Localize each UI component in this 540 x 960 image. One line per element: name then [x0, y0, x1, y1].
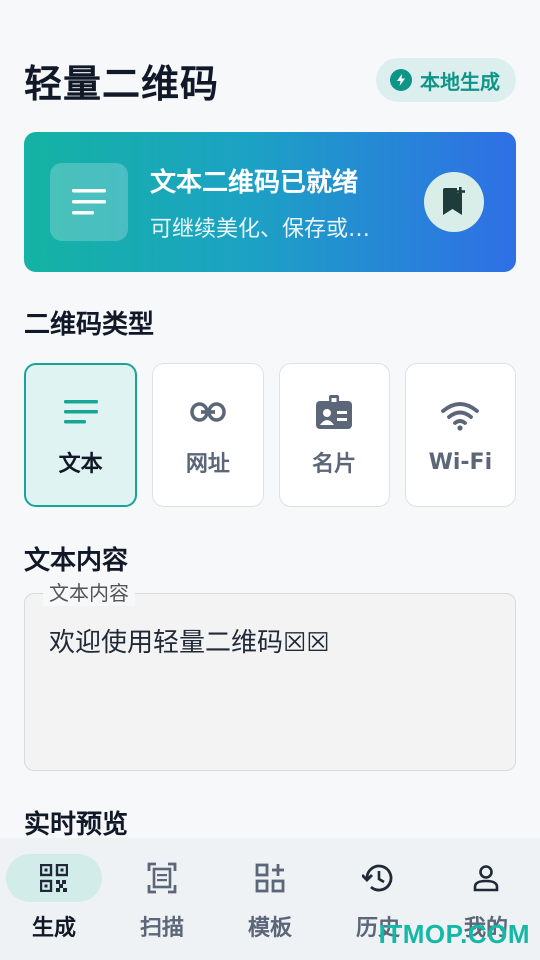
preview-section-title: 实时预览: [24, 810, 129, 840]
local-generation-badge[interactable]: 本地生成: [376, 58, 516, 102]
type-label: 网址: [185, 452, 230, 477]
type-label: 文本: [58, 452, 103, 477]
type-card-contact[interactable]: 名片: [278, 363, 390, 507]
person-icon: [438, 854, 534, 902]
type-label: Wi-Fi: [428, 449, 493, 475]
nav-item-scan[interactable]: 扫描: [108, 854, 216, 942]
link-icon: [190, 392, 226, 432]
wifi-icon: [441, 396, 480, 436]
widgets-icon: [222, 854, 318, 902]
bookmark-add-icon: [443, 187, 465, 215]
text-content-value[interactable]: 欢迎使用轻量二维码☒☒: [49, 622, 330, 659]
history-icon: [330, 854, 426, 902]
type-label: 名片: [312, 452, 357, 477]
nav-label: 扫描: [139, 916, 184, 941]
banner-subtitle: 可继续美化、保存或…: [150, 216, 371, 242]
banner-title: 文本二维码已就绪: [150, 167, 359, 198]
type-card-wifi[interactable]: Wi-Fi: [404, 363, 516, 507]
status-banner: 文本二维码已就绪 可继续美化、保存或…: [24, 132, 516, 272]
nav-label: 生成: [31, 916, 76, 941]
watermark: ITMOP.COM: [378, 919, 530, 949]
nav-item-templates[interactable]: 模板: [216, 854, 324, 942]
type-section-title: 二维码类型: [24, 310, 155, 340]
text-content-field[interactable]: 文本内容 欢迎使用轻量二维码☒☒: [24, 580, 516, 771]
text-lines-icon: [63, 392, 98, 432]
local-badge-label: 本地生成: [420, 69, 500, 94]
scan-icon: [114, 854, 210, 902]
app-title: 轻量二维码: [24, 61, 220, 106]
field-label: 文本内容: [43, 580, 135, 606]
bookmark-add-button[interactable]: [424, 172, 484, 232]
nav-label: 模板: [247, 916, 292, 941]
type-selector: 文本 网址 名片 Wi-Fi: [24, 363, 516, 507]
contact-card-icon: [316, 392, 353, 432]
content-section-title: 文本内容: [24, 546, 129, 576]
text-lines-icon: [50, 163, 128, 241]
bolt-icon: [390, 69, 412, 91]
app-header: 轻量二维码 本地生成: [24, 52, 516, 108]
type-card-url[interactable]: 网址: [152, 363, 264, 507]
nav-item-generate[interactable]: 生成: [0, 854, 108, 942]
type-card-text[interactable]: 文本: [24, 363, 138, 507]
qr-code-icon: [6, 854, 102, 902]
